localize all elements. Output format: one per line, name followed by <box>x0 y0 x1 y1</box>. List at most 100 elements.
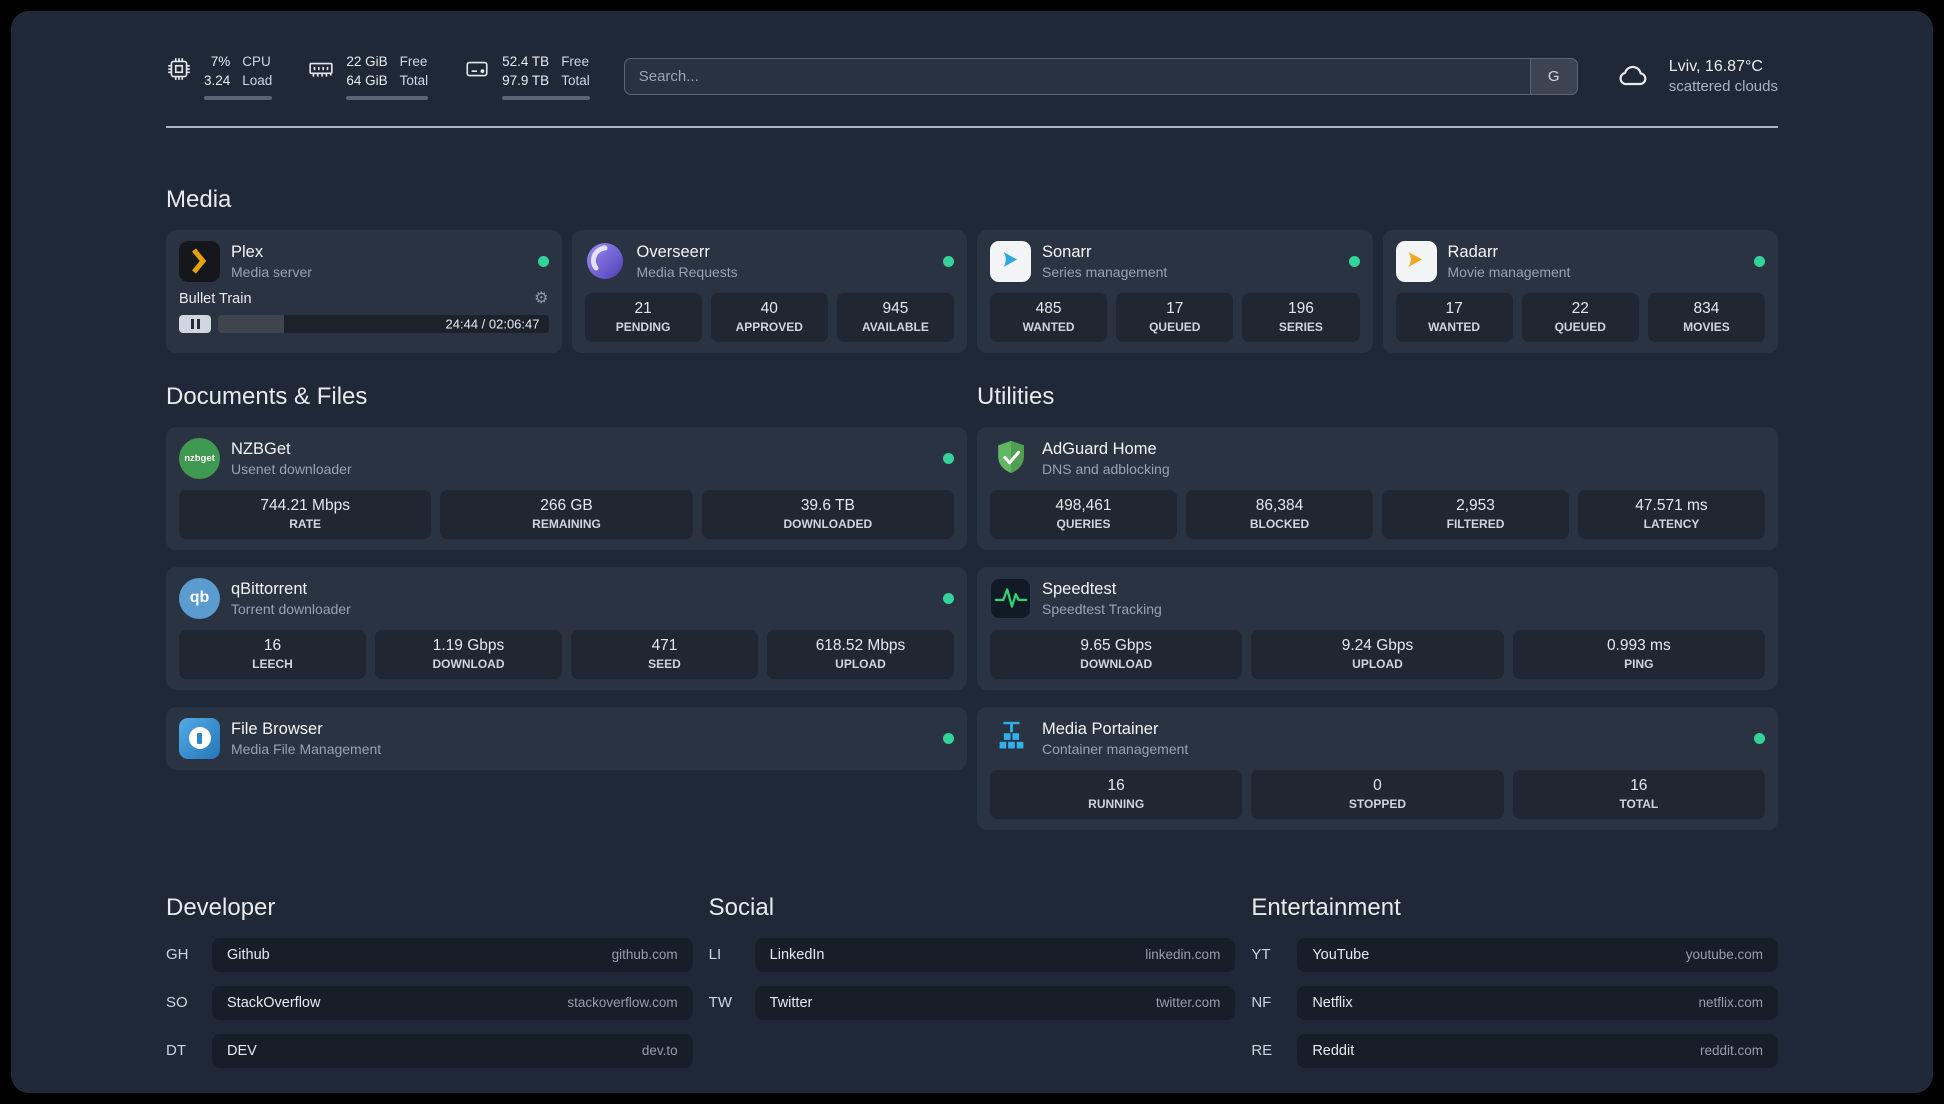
bookmark-row: NF Netflix netflix.com <box>1251 985 1778 1020</box>
stat-approved: 40 APPROVED <box>710 292 828 342</box>
stat-download: 1.19 Gbps DOWNLOAD <box>375 629 562 679</box>
bookmark-netflix[interactable]: Netflix netflix.com <box>1297 985 1778 1020</box>
bookmark-url: netflix.com <box>1698 995 1763 1011</box>
service-name: File Browser <box>231 719 323 738</box>
stat-label: QUERIES <box>1056 516 1111 531</box>
radarr-icon <box>1395 240 1437 282</box>
bookmark-github[interactable]: Github github.com <box>212 937 693 972</box>
service-description: Media File Management <box>231 740 382 757</box>
bookmark-stackoverflow[interactable]: StackOverflow stackoverflow.com <box>212 985 693 1020</box>
bookmark-abbr: RE <box>1251 1042 1273 1060</box>
stat-value: 17 <box>1445 299 1463 317</box>
bookmark-name: Twitter <box>769 994 813 1011</box>
search-provider-button[interactable]: G <box>1529 58 1577 94</box>
stat-label: STOPPED <box>1348 796 1407 811</box>
stat-rate: 744.21 Mbps RATE <box>179 489 432 539</box>
bookmark-linkedin[interactable]: LinkedIn linkedin.com <box>754 937 1236 972</box>
section-title-files: Documents & Files <box>166 382 368 410</box>
stat-running: 16 RUNNING <box>990 769 1243 819</box>
search-input[interactable] <box>623 57 1578 95</box>
section-title-entertainment: Entertainment <box>1251 893 1401 921</box>
service-card-qbittorrent[interactable]: qb qBittorrent Torrent downloader 16 LEE… <box>166 566 967 690</box>
stat-label: LEECH <box>252 656 293 671</box>
stat-available: 945 AVAILABLE <box>836 292 955 342</box>
service-card-plex[interactable]: Plex Media server Bullet Train ⚙ 24:44 /… <box>166 229 562 353</box>
memory-icon <box>308 56 334 100</box>
memory-total: 64 GiB <box>346 72 388 88</box>
dashboard: 7% CPU 3.24 Load 22 GiB Free 64 GiB Tota… <box>11 11 1933 1093</box>
service-card-adguard[interactable]: AdGuard Home DNS and adblocking 498,461 … <box>977 426 1778 550</box>
stat-label: PENDING <box>615 319 671 334</box>
stat-stopped: 0 STOPPED <box>1251 769 1504 819</box>
stat-value: 0 <box>1373 776 1382 794</box>
stat-label: SEED <box>648 656 681 671</box>
pause-button[interactable] <box>179 314 211 333</box>
service-description: Torrent downloader <box>231 600 351 617</box>
stat-wanted: 485 WANTED <box>990 292 1108 342</box>
bookmark-dev[interactable]: DEV dev.to <box>212 1033 693 1068</box>
disk-total-label: Total <box>561 72 590 88</box>
service-card-sonarr[interactable]: Sonarr Series management 485 WANTED 17 Q… <box>977 229 1373 353</box>
stat-filtered: 2,953 FILTERED <box>1382 489 1569 539</box>
section-title-media: Media <box>166 185 232 213</box>
stat-series: 196 SERIES <box>1242 292 1360 342</box>
stat-value: 196 <box>1287 299 1314 317</box>
bookmark-twitter[interactable]: Twitter twitter.com <box>754 985 1236 1020</box>
memory-free: 22 GiB <box>346 54 388 69</box>
top-bar: 7% CPU 3.24 Load 22 GiB Free 64 GiB Tota… <box>166 53 1778 100</box>
weather-location: Lviv, 16.87°C <box>1668 57 1763 75</box>
bookmark-group-social: Social LI LinkedIn linkedin.com TW Twitt… <box>709 894 1236 1068</box>
search-bar: G <box>623 57 1578 95</box>
bookmark-name: LinkedIn <box>769 946 825 963</box>
bookmark-name: DEV <box>227 1042 257 1059</box>
bookmark-url: stackoverflow.com <box>567 995 678 1011</box>
bookmark-youtube[interactable]: YouTube youtube.com <box>1297 937 1778 972</box>
stat-ping: 0.993 ms PING <box>1512 629 1765 679</box>
gear-icon[interactable]: ⚙ <box>534 290 548 307</box>
section-title-social: Social <box>708 893 775 921</box>
memory-widget: 22 GiB Free 64 GiB Total <box>308 53 429 100</box>
service-description: Container management <box>1042 740 1189 757</box>
bookmark-url: github.com <box>611 947 678 963</box>
section-title-developer: Developer <box>166 893 276 921</box>
bookmark-row: GH Github github.com <box>166 937 693 972</box>
service-card-overseerr[interactable]: Overseerr Media Requests 21 PENDING 40 A… <box>571 229 967 353</box>
stat-label: FILTERED <box>1446 516 1505 531</box>
bookmark-name: Reddit <box>1312 1042 1355 1059</box>
playback-progress-bar[interactable]: 24:44 / 02:06:47 <box>218 314 549 333</box>
stat-label: LATENCY <box>1643 516 1700 531</box>
bookmark-abbr: NF <box>1251 994 1272 1012</box>
stat-downloaded: 39.6 TB DOWNLOADED <box>701 489 954 539</box>
bookmark-group-developer: Developer GH Github github.com SO StackO… <box>166 894 693 1068</box>
bookmark-reddit[interactable]: Reddit reddit.com <box>1297 1033 1778 1068</box>
stat-value: 744.21 Mbps <box>260 496 350 514</box>
service-card-portainer[interactable]: Media Portainer Container management 16 … <box>977 706 1778 830</box>
bookmark-abbr: TW <box>708 994 732 1012</box>
service-card-nzbget[interactable]: nzbget NZBGet Usenet downloader 744.21 M… <box>166 426 967 550</box>
stat-value: 9.24 Gbps <box>1341 636 1414 654</box>
sonarr-icon <box>990 240 1031 282</box>
stat-value: 39.6 TB <box>800 496 855 514</box>
disk-icon <box>464 56 490 100</box>
stat-remaining: 266 GB REMAINING <box>440 489 693 539</box>
service-name: Overseerr <box>636 242 710 261</box>
stat-wanted: 17 WANTED <box>1395 292 1513 342</box>
stat-value: 17 <box>1166 299 1184 317</box>
weather-condition: scattered clouds <box>1668 77 1778 95</box>
status-dot <box>943 255 954 267</box>
disk-free: 52.4 TB <box>502 54 550 69</box>
stat-queued: 17 QUEUED <box>1116 292 1234 342</box>
service-card-radarr[interactable]: Radarr Movie management 17 WANTED 22 QUE… <box>1382 229 1778 353</box>
resource-widgets: 7% CPU 3.24 Load 22 GiB Free 64 GiB Tota… <box>166 53 590 100</box>
stat-pending: 21 PENDING <box>584 292 702 342</box>
section-title-utilities: Utilities <box>977 382 1055 410</box>
bookmark-name: YouTube <box>1312 946 1370 963</box>
cpu-usage-bar <box>204 95 273 100</box>
cpu-widget: 7% CPU 3.24 Load <box>166 53 273 100</box>
memory-total-label: Total <box>399 72 429 88</box>
service-card-speedtest[interactable]: Speedtest Speedtest Tracking 9.65 Gbps D… <box>977 566 1778 690</box>
stat-label: UPLOAD <box>835 656 886 671</box>
nzbget-icon: nzbget <box>179 437 220 479</box>
stat-label: REMAINING <box>532 516 601 531</box>
service-card-filebrowser[interactable]: File Browser Media File Management <box>166 706 967 770</box>
